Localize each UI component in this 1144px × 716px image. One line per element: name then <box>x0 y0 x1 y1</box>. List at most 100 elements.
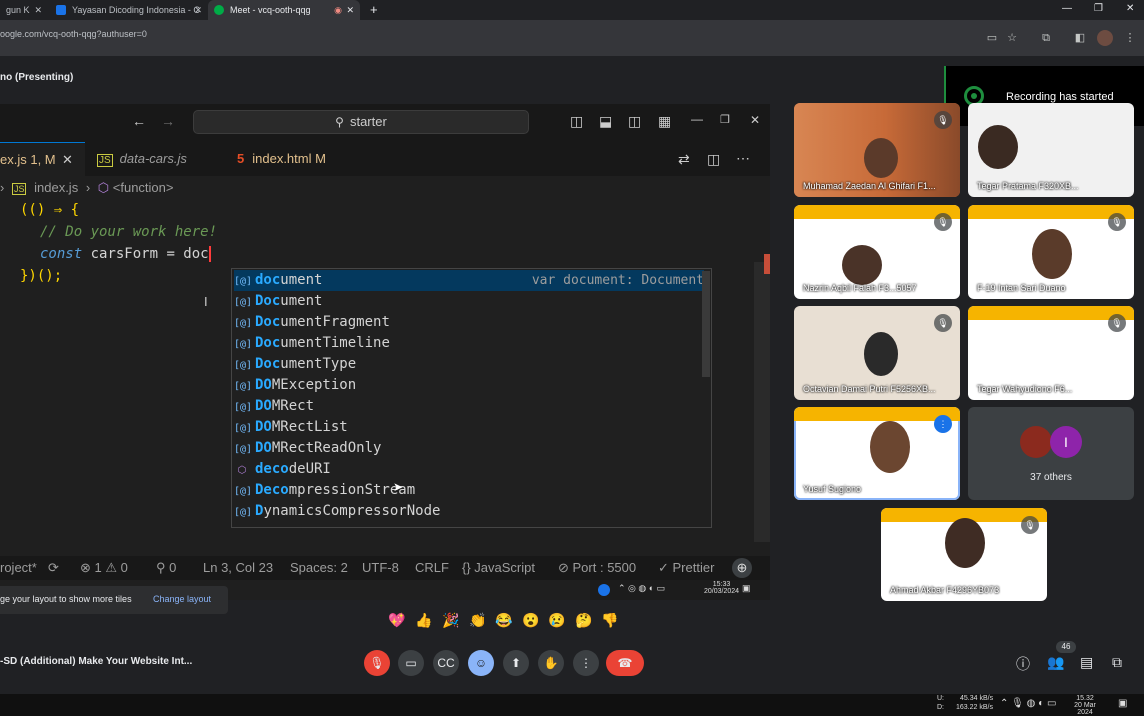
participant-tile[interactable]: 🎙 Octavian Damai Putri F5256XB... <box>794 306 960 400</box>
minimize-icon[interactable]: — <box>1062 3 1072 14</box>
status-eol[interactable]: CRLF <box>415 560 449 575</box>
problems-status[interactable]: ⊗ 1 ⚠ 0 <box>80 560 128 576</box>
breadcrumb-file[interactable]: index.js <box>34 180 78 195</box>
participant-tile[interactable]: 🎙 Nazrin Aqbil Falah F3...5057 <box>794 205 960 299</box>
people-icon[interactable]: 👥 <box>1047 654 1064 671</box>
menu-icon[interactable]: ⋮ <box>1122 30 1138 46</box>
breadcrumb-symbol[interactable]: <function> <box>113 180 174 195</box>
toggle-panel-icon[interactable]: ⬓ <box>599 113 612 130</box>
command-center[interactable]: ⚲ starter <box>193 110 529 134</box>
suggestion-item[interactable]: [@] DOMRectReadOnly <box>234 438 704 459</box>
compare-changes-icon[interactable]: ⇄ <box>678 151 690 168</box>
vscode-restore-icon[interactable]: ❐ <box>720 113 730 126</box>
mic-off-button[interactable]: 🎙 <box>364 650 390 676</box>
reaction-thumbs-down[interactable]: 👎 <box>598 612 622 632</box>
reaction-laugh[interactable]: 😂 <box>492 612 516 632</box>
raise-hand-button[interactable]: ✋ <box>538 650 564 676</box>
present-button[interactable]: ⬆ <box>503 650 529 676</box>
code-line-3[interactable]: const carsForm = doc <box>40 246 211 262</box>
participant-tile[interactable]: 🎙 Muhamad Zaedan Al Ghifari F1... <box>794 103 960 197</box>
reaction-thumbs-up[interactable]: 👍 <box>412 612 436 632</box>
suggestion-item[interactable]: [@] DocumentTimeline <box>234 333 704 354</box>
chat-icon[interactable]: ▤ <box>1080 654 1093 671</box>
suggestion-item[interactable]: [@] DocumentType <box>234 354 704 375</box>
browser-tab-3[interactable]: Meet - vcq-ooth-qqg ◉ ✕ <box>208 0 360 20</box>
participant-tile[interactable]: 🎙 F-19 Intan Sari Duano <box>968 205 1134 299</box>
sidepanel-icon[interactable]: ◧ <box>1072 30 1088 46</box>
status-encoding[interactable]: UTF-8 <box>362 560 399 575</box>
suggestion-item[interactable]: [@] DynamicsCompressorNode <box>234 501 704 522</box>
suggestion-item[interactable]: [@] document var document: Document <box>234 270 704 291</box>
editor-scrollbar[interactable] <box>754 262 770 542</box>
suggestion-item[interactable]: [@] DOMRect <box>234 396 704 417</box>
toggle-sidebar-icon[interactable]: ◫ <box>570 113 583 130</box>
notification-icon[interactable]: ▣ <box>1118 698 1127 709</box>
sync-icon[interactable]: ⟳ <box>48 560 59 576</box>
activities-icon[interactable]: ⧉ <box>1112 654 1122 671</box>
browser-tab-1[interactable]: gun K ✕ <box>0 0 48 20</box>
reaction-thinking[interactable]: 🤔 <box>572 612 596 632</box>
change-layout-link[interactable]: Change layout <box>153 594 211 604</box>
end-call-button[interactable]: ☎ <box>606 650 644 676</box>
avatar[interactable] <box>1097 30 1113 46</box>
captions-button[interactable]: CC <box>433 650 459 676</box>
camera-icon[interactable]: ▭ <box>984 30 1000 46</box>
close-icon[interactable]: ✕ <box>62 143 73 177</box>
close-window-icon[interactable]: ✕ <box>1126 3 1134 14</box>
suggestion-item[interactable]: [@] DecompressionStream <box>234 480 704 501</box>
customize-layout-icon[interactable]: ▦ <box>658 113 671 130</box>
suggestion-item[interactable]: ⬡ decodeURI <box>234 459 704 480</box>
more-options-button[interactable]: ⋮ <box>573 650 599 676</box>
star-icon[interactable]: ☆ <box>1004 30 1020 46</box>
code-line-4[interactable]: })(); <box>20 268 62 284</box>
status-prettier[interactable]: ✓ Prettier <box>658 560 714 576</box>
participant-tile-speaking[interactable]: ⋮ Yusuf Sugiono <box>794 407 960 500</box>
split-editor-icon[interactable]: ◫ <box>707 151 720 168</box>
forward-arrow-icon[interactable]: → <box>161 113 175 129</box>
emoji-button[interactable]: ☺ <box>468 650 494 676</box>
reaction-clap[interactable]: 👏 <box>466 612 490 632</box>
participant-tile[interactable]: Tegar Pratama F320XB... <box>968 103 1134 197</box>
reaction-sad[interactable]: 😢 <box>545 612 569 632</box>
info-icon[interactable]: ⓘ <box>1016 654 1030 674</box>
browser-tab-2[interactable]: Yayasan Dicoding Indonesia - C ✕ <box>50 0 208 20</box>
tab-data-cars-js[interactable]: JS data-cars.js <box>97 142 187 176</box>
self-tile[interactable]: 🎙 Ahmad Akbar F4296YB073 <box>881 508 1047 601</box>
status-port[interactable]: ⊘ Port : 5500 <box>558 560 636 576</box>
zoom-icon[interactable]: ⊕ <box>732 558 752 578</box>
suggestion-item[interactable]: [@] DOMRectList <box>234 417 704 438</box>
status-project[interactable]: roject* <box>0 560 37 575</box>
back-arrow-icon[interactable]: ← <box>132 113 146 129</box>
close-icon[interactable]: ✕ <box>346 5 354 16</box>
others-tile[interactable]: I 37 others <box>968 407 1134 500</box>
suggestion-item[interactable]: [@] DocumentFragment <box>234 312 704 333</box>
reaction-heart[interactable]: 💖 <box>385 612 409 632</box>
suggestion-scrollbar[interactable] <box>702 271 710 377</box>
tray-icons[interactable]: ⌃ 🎙 ◍ ◐ ▭ <box>1000 698 1056 709</box>
code-line-1[interactable]: (() ⇒ { <box>20 202 79 218</box>
reaction-party[interactable]: 🎉 <box>439 612 463 632</box>
participant-tile[interactable]: 🎙 Tegar Wahyudiono F6... <box>968 306 1134 400</box>
toggle-secondary-sidebar-icon[interactable]: ◫ <box>628 113 641 130</box>
new-tab-button[interactable]: + <box>370 2 378 17</box>
extensions-icon[interactable]: ⧉ <box>1038 30 1054 46</box>
close-icon[interactable]: ✕ <box>194 5 202 16</box>
tab-index-html[interactable]: 5 index.html M <box>237 142 326 176</box>
tab-index-js[interactable]: ex.js 1, M ✕ <box>0 142 85 176</box>
status-position[interactable]: Ln 3, Col 23 <box>203 560 273 575</box>
close-icon[interactable]: ✕ <box>34 5 42 16</box>
camera-button[interactable]: ▭ <box>398 650 424 676</box>
clock[interactable]: 15.32 20 Mar 2024 <box>1066 695 1104 716</box>
suggestion-item[interactable]: [@] Document <box>234 291 704 312</box>
code-line-2[interactable]: // Do your work here! <box>40 224 217 240</box>
suggestion-item[interactable]: [@] DOMException <box>234 375 704 396</box>
vscode-minimize-icon[interactable]: — <box>691 112 703 126</box>
status-language[interactable]: {} JavaScript <box>462 560 535 575</box>
vscode-close-icon[interactable]: ✕ <box>750 113 760 127</box>
restore-icon[interactable]: ❐ <box>1094 3 1103 14</box>
status-spaces[interactable]: Spaces: 2 <box>290 560 348 575</box>
more-actions-icon[interactable]: ⋯ <box>736 150 750 167</box>
ports-status[interactable]: ⚲ 0 <box>156 560 176 576</box>
reaction-surprised[interactable]: 😮 <box>519 612 543 632</box>
url-text[interactable]: oogle.com/vcq-ooth-qqg?authuser=0 <box>0 29 147 39</box>
